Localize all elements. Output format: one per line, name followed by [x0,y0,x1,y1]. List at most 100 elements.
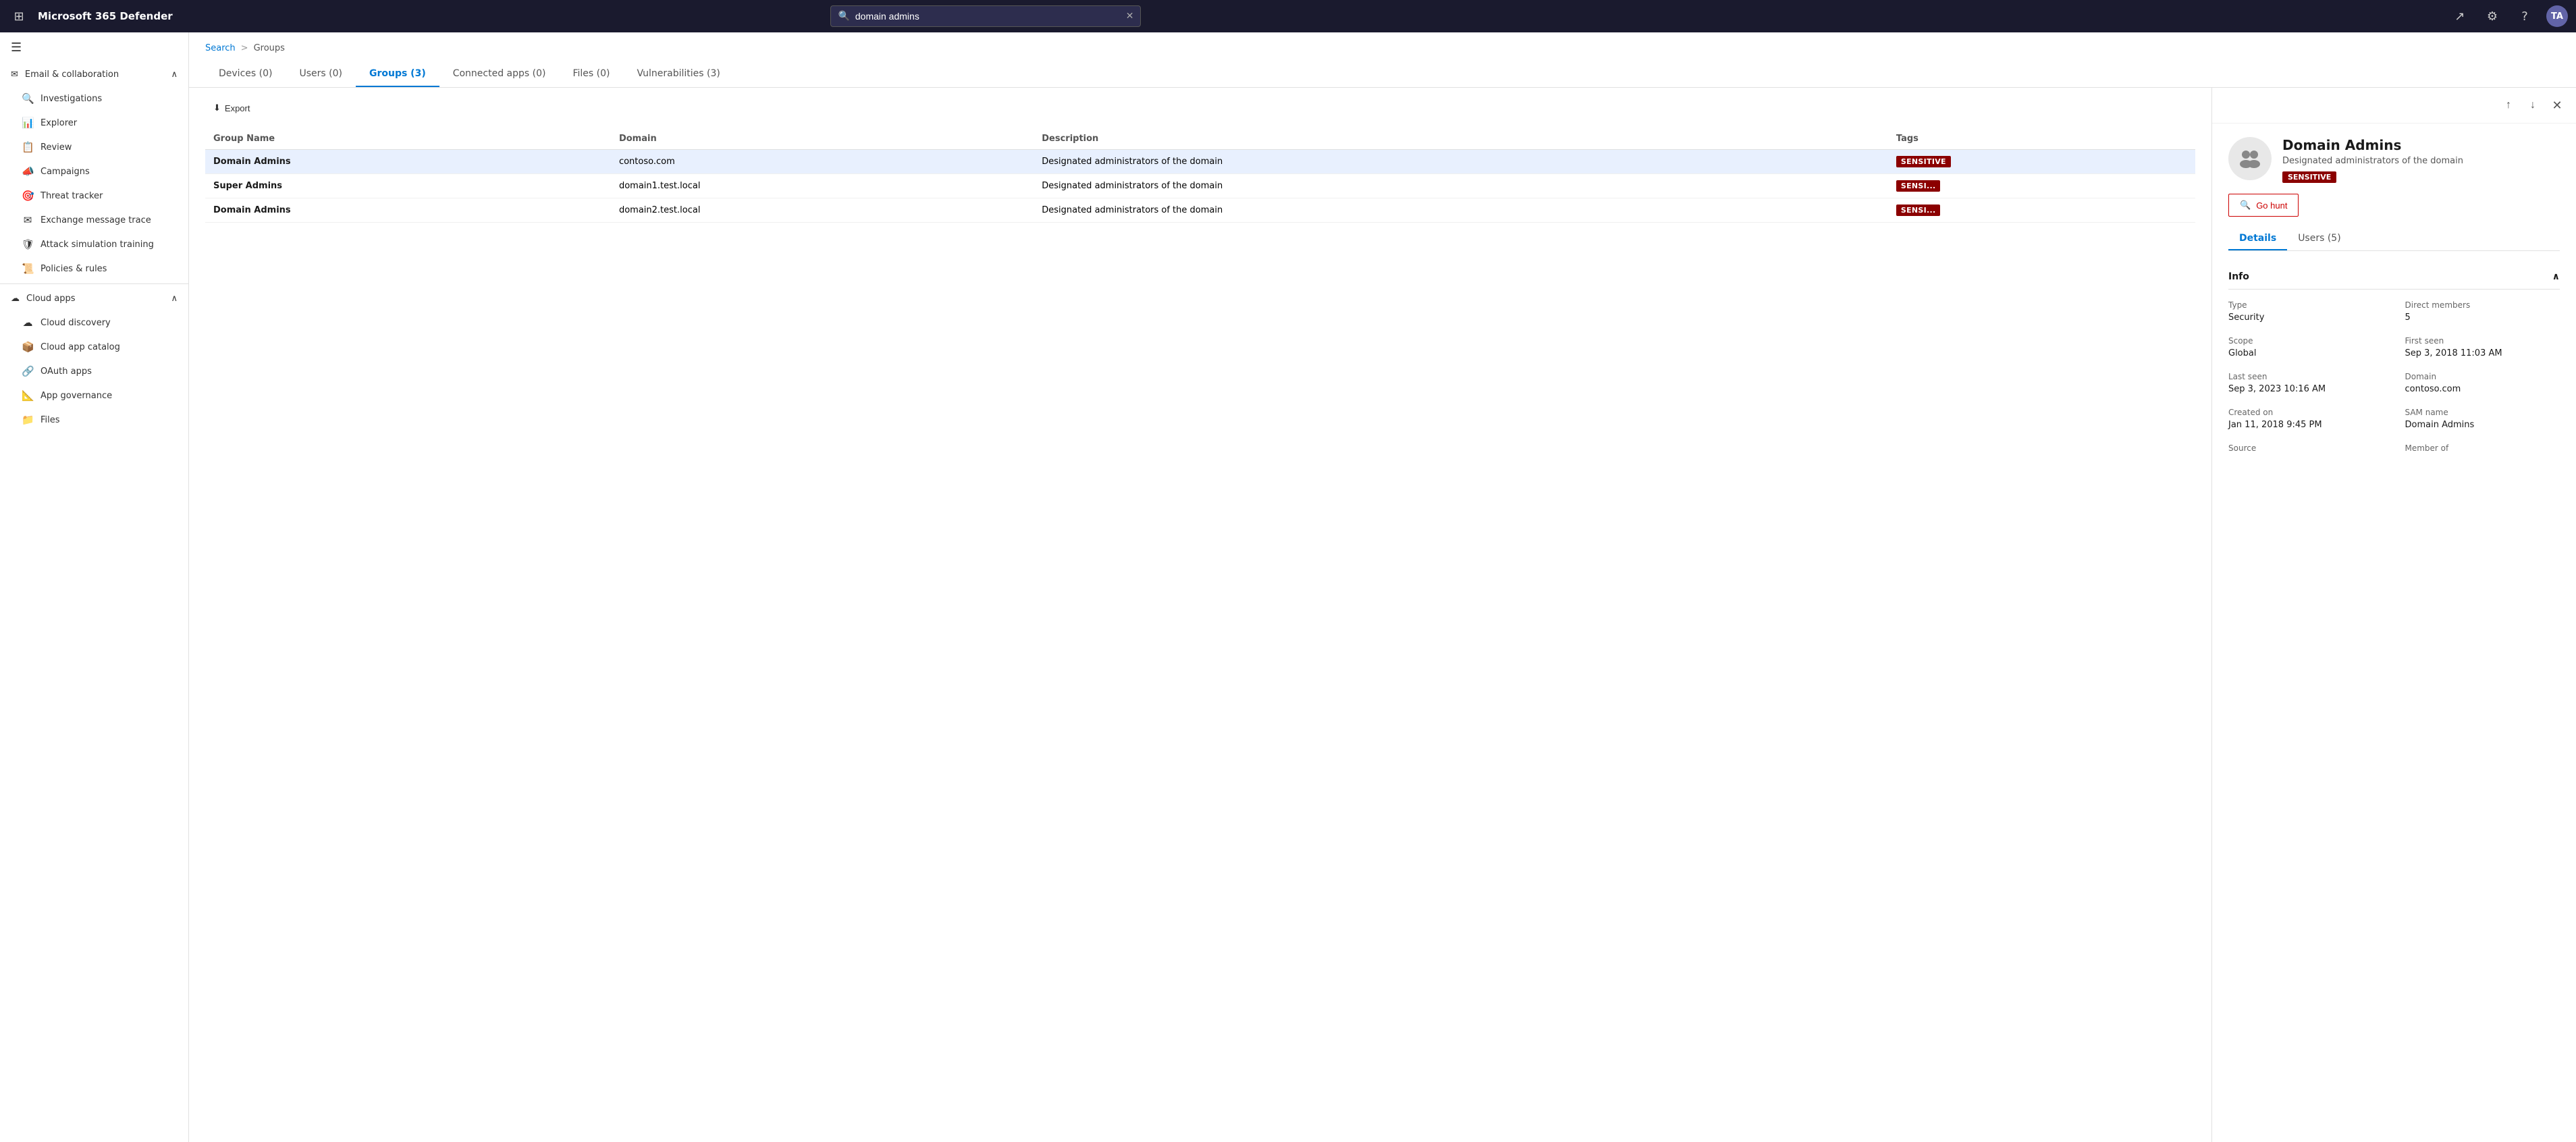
sidebar-item-oauth-apps[interactable]: 🔗 OAuth apps [0,359,188,383]
campaigns-icon: 📣 [22,165,34,178]
table-row[interactable]: Domain Admins contoso.com Designated adm… [205,150,2195,174]
policies-icon: 📜 [22,263,34,275]
sidebar-item-investigations[interactable]: 🔍 Investigations [0,86,188,111]
files-icon: 📁 [22,414,34,426]
help-icon[interactable]: ? [2514,5,2535,27]
info-last-seen-label: Last seen [2228,372,2384,381]
cell-description: Designated administrators of the domain [1034,150,1888,174]
sidebar-item-label: Cloud app catalog [41,342,120,352]
info-scope-label: Scope [2228,336,2384,346]
info-field-member-of: Member of [2405,443,2560,456]
sidebar-item-threat-tracker[interactable]: 🎯 Threat tracker [0,184,188,208]
info-field-first-seen: First seen Sep 3, 2018 11:03 AM [2405,336,2560,358]
info-created-on-label: Created on [2228,408,2384,417]
info-last-seen-value: Sep 3, 2023 10:16 AM [2228,384,2384,394]
cell-description: Designated administrators of the domain [1034,174,1888,198]
detail-tab-users[interactable]: Users (5) [2287,227,2352,250]
breadcrumb-groups: Groups [254,43,285,53]
breadcrumb-search[interactable]: Search [205,43,236,53]
info-field-domain: Domain contoso.com [2405,372,2560,394]
info-type-value: Security [2228,312,2384,323]
sidebar-item-label: OAuth apps [41,366,92,377]
sidebar-toggle[interactable]: ☰ [0,32,188,63]
tab-files[interactable]: Files (0) [559,61,623,87]
content-header: Search > Groups Devices (0) Users (0) Gr… [189,32,2576,88]
groups-table: Group Name Domain Description Tags Domai… [205,128,2195,223]
settings-icon[interactable]: ⚙ [2481,5,2503,27]
sidebar-item-attack-simulation[interactable]: 🛡 Attack simulation training [0,232,188,256]
avatar[interactable]: TA [2546,5,2568,27]
info-section: Info ∧ Type Security Direct members 5 [2228,265,2560,456]
table-row[interactable]: Domain Admins domain2.test.local Designa… [205,198,2195,223]
sidebar-item-explorer[interactable]: 📊 Explorer [0,111,188,135]
breadcrumb-separator: > [241,43,248,53]
search-bar[interactable]: 🔍 ✕ [830,5,1141,27]
info-field-sam-name: SAM name Domain Admins [2405,408,2560,430]
sidebar-item-exchange[interactable]: ✉ Exchange message trace [0,208,188,232]
sidebar-item-label: Review [41,142,72,153]
email-collab-icon: ✉ [11,70,18,80]
search-icon: 🔍 [838,11,849,22]
info-field-last-seen: Last seen Sep 3, 2023 10:16 AM [2228,372,2384,394]
share-icon[interactable]: ↗ [2449,5,2471,27]
go-hunt-label: Go hunt [2256,200,2287,211]
content-body: ⬇ Export Group Name Domain Description T… [189,88,2576,1142]
sidebar-item-label: Explorer [41,118,77,128]
sidebar-item-policies[interactable]: 📜 Policies & rules [0,256,188,281]
sensitive-badge: SENSI... [1896,205,1941,216]
panel-nav-up-button[interactable]: ↑ [2498,94,2519,116]
exchange-icon: ✉ [22,214,34,226]
cell-domain: domain2.test.local [611,198,1034,223]
sidebar-item-review[interactable]: 📋 Review [0,135,188,159]
cell-domain: domain1.test.local [611,174,1034,198]
detail-subtitle: Designated administrators of the domain [2282,156,2463,166]
sidebar-item-campaigns[interactable]: 📣 Campaigns [0,159,188,184]
tab-devices[interactable]: Devices (0) [205,61,286,87]
sidebar-section-email[interactable]: ✉ Email & collaboration ∧ [0,63,188,86]
table-row[interactable]: Super Admins domain1.test.local Designat… [205,174,2195,198]
info-direct-members-value: 5 [2405,312,2560,323]
cloud-app-catalog-icon: 📦 [22,341,34,353]
detail-tab-details[interactable]: Details [2228,227,2287,250]
apps-icon[interactable]: ⊞ [8,5,30,27]
detail-title: Domain Admins [2282,137,2463,153]
tab-groups[interactable]: Groups (3) [356,61,439,87]
tab-connected-apps[interactable]: Connected apps (0) [439,61,560,87]
sensitive-badge: SENSI... [1896,180,1941,192]
sidebar-divider [0,283,188,284]
panel-close-button[interactable]: ✕ [2546,94,2568,116]
go-hunt-button[interactable]: 🔍 Go hunt [2228,194,2299,217]
info-field-created-on: Created on Jan 11, 2018 9:45 PM [2228,408,2384,430]
sidebar-item-label: Exchange message trace [41,215,151,225]
app-title: Microsoft 365 Defender [38,10,173,22]
info-direct-members-label: Direct members [2405,300,2560,310]
tab-users[interactable]: Users (0) [286,61,356,87]
info-collapse-icon: ∧ [2552,271,2560,282]
info-member-of-label: Member of [2405,443,2560,453]
info-field-scope: Scope Global [2228,336,2384,358]
sidebar-item-cloud-discovery[interactable]: ☁ Cloud discovery [0,310,188,335]
sidebar-item-cloud-app-catalog[interactable]: 📦 Cloud app catalog [0,335,188,359]
info-sam-name-value: Domain Admins [2405,420,2560,430]
info-grid: Type Security Direct members 5 Scope Glo… [2228,300,2560,456]
search-input[interactable] [855,11,1121,22]
info-scope-value: Global [2228,348,2384,358]
col-group-name: Group Name [205,128,611,150]
detail-avatar [2228,137,2272,180]
search-clear-icon[interactable]: ✕ [1126,11,1134,22]
export-button[interactable]: ⬇ Export [205,99,258,117]
sidebar-item-files[interactable]: 📁 Files [0,408,188,432]
info-field-source: Source [2228,443,2384,456]
sidebar-item-app-governance[interactable]: 📐 App governance [0,383,188,408]
sidebar-section-cloud[interactable]: ☁ Cloud apps ∧ [0,287,188,310]
tab-vulnerabilities[interactable]: Vulnerabilities (3) [624,61,734,87]
cloud-apps-label: Cloud apps [26,294,76,304]
detail-title-info: Domain Admins Designated administrators … [2282,137,2463,183]
info-section-header[interactable]: Info ∧ [2228,265,2560,290]
info-section-label: Info [2228,271,2249,282]
info-first-seen-label: First seen [2405,336,2560,346]
email-collab-label: Email & collaboration [25,70,119,80]
panel-nav-down-button[interactable]: ↓ [2522,94,2544,116]
cell-group-name: Super Admins [205,174,611,198]
cell-tags: SENSI... [1888,174,2195,198]
